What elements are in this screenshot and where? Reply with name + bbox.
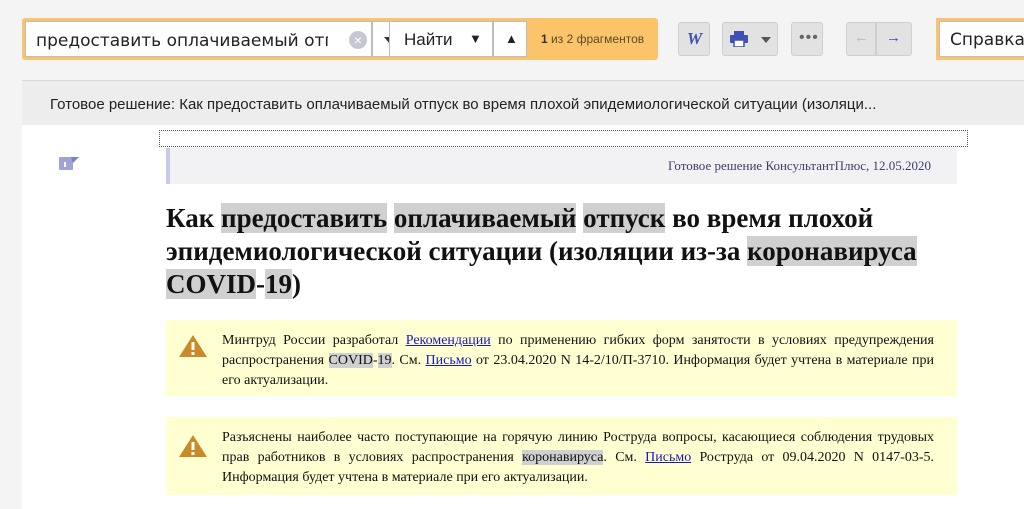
warning-box: Минтруд России разработал Рекомендации п… — [166, 320, 957, 396]
find-button[interactable]: Найти ▼ — [389, 21, 493, 57]
find-previous-button[interactable]: ▲ — [493, 21, 527, 57]
search-highlight: COVID — [328, 353, 373, 368]
warning-icon — [179, 435, 207, 457]
warning-text-part: . См. — [603, 450, 646, 465]
warning-text-part: Минтруд России разработал — [222, 333, 406, 348]
letter-link[interactable]: Письмо — [426, 353, 472, 368]
arrow-right-icon: → — [886, 29, 901, 46]
find-next-icon[interactable]: ▼ — [469, 31, 482, 46]
arrow-up-icon: ▲ — [505, 31, 518, 46]
warning-text-part: . См. — [391, 353, 426, 368]
match-count: 1 из 2 фрагментов — [541, 32, 644, 46]
title-text: - — [256, 269, 266, 299]
chevron-down-icon[interactable] — [761, 37, 771, 43]
search-highlight: коронавируса — [522, 450, 604, 465]
title-text: Как — [166, 203, 222, 233]
print-button[interactable] — [722, 22, 778, 56]
search-toolbar: предоставить оплачиваемый отп × Найти ▼ … — [0, 0, 1024, 80]
warning-icon — [179, 335, 207, 357]
title-text — [387, 203, 394, 233]
printer-icon — [730, 31, 748, 47]
back-button[interactable]: ← — [846, 22, 876, 56]
forward-button[interactable]: → — [876, 22, 912, 56]
ellipsis-icon: ••• — [799, 29, 819, 46]
search-query-text[interactable]: предоставить оплачиваемый отп — [36, 31, 328, 51]
arrow-left-icon: ← — [854, 29, 869, 46]
title-highlight: коронавируса — [747, 236, 917, 266]
title-text: ) — [292, 269, 302, 299]
letter-link[interactable]: Письмо — [645, 450, 691, 465]
word-icon: W — [687, 29, 703, 48]
source-text: Готовое решение КонсультантПлюс, 12.05.2… — [668, 158, 931, 173]
warning-text-part: - — [372, 353, 378, 368]
match-count-suffix: из 2 фрагментов — [551, 32, 645, 46]
help-label: Справка — [950, 30, 1024, 50]
document-title: Как предоставить оплачиваемый отпуск во … — [166, 202, 961, 301]
find-button-label: Найти — [404, 30, 453, 49]
search-highlight: 19 — [377, 353, 392, 368]
clear-search-icon[interactable]: × — [349, 31, 367, 49]
title-highlight: отпуск — [583, 203, 666, 233]
search-input[interactable]: предоставить оплачиваемый отп × — [25, 21, 372, 57]
title-highlight: предоставить — [221, 203, 388, 233]
warning-text: Минтруд России разработал Рекомендации п… — [222, 331, 934, 391]
match-count-current: 1 — [541, 32, 548, 46]
help-field[interactable]: Справка — [936, 18, 1024, 60]
more-options-button[interactable]: ••• — [791, 22, 823, 56]
document-header: Готовое решение: Как предоставить оплачи… — [22, 80, 1024, 125]
document-header-title: Готовое решение: Как предоставить оплачи… — [50, 96, 877, 113]
help-input[interactable]: Справка — [939, 21, 1024, 57]
search-group: предоставить оплачиваемый отп × Найти ▼ … — [22, 18, 658, 60]
warning-text: Разъяснены наиболее часто поступающие на… — [222, 428, 934, 488]
recommendations-link[interactable]: Рекомендации — [406, 333, 491, 348]
selection-frame — [159, 130, 968, 147]
title-highlight: COVID — [166, 269, 257, 299]
warning-box: Разъяснены наиболее часто поступающие на… — [166, 417, 957, 495]
title-highlight: 19 — [265, 269, 293, 299]
title-highlight: оплачиваемый — [393, 203, 577, 233]
note-icon[interactable] — [59, 156, 79, 172]
document-body: Готовое решение КонсультантПлюс, 12.05.2… — [22, 125, 1024, 509]
export-word-button[interactable]: W — [678, 22, 710, 56]
source-box: Готовое решение КонсультантПлюс, 12.05.2… — [166, 148, 957, 184]
